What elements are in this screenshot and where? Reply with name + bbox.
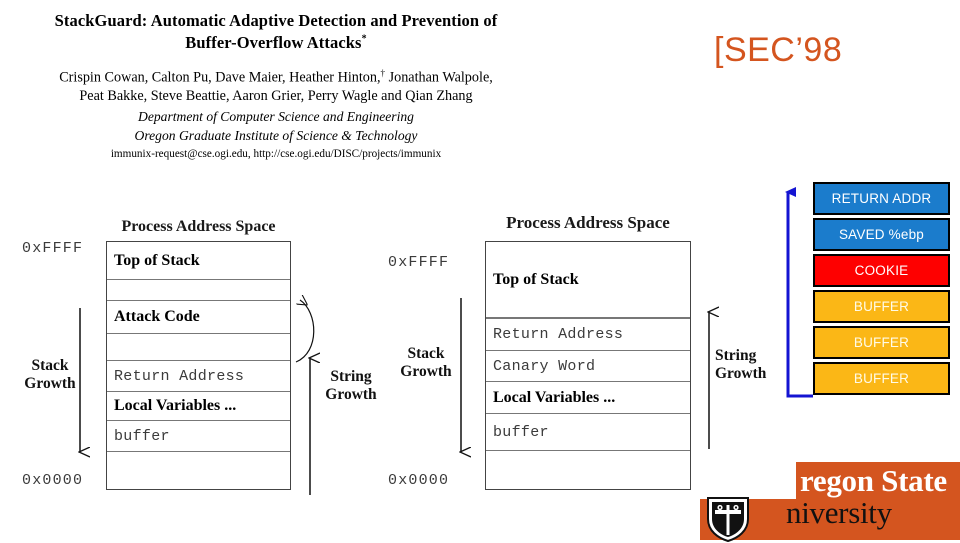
- right-addr-low: 0x0000: [388, 472, 450, 489]
- affiliation-line2: Oregon Graduate Institute of Science & T…: [134, 127, 418, 143]
- memory-row: Return Address: [486, 318, 690, 351]
- memory-row: Top of Stack: [107, 242, 290, 280]
- left-stack-growth-line2: Growth: [24, 375, 76, 393]
- osu-beaver-shield-icon: [707, 497, 749, 543]
- memory-row: Local Variables ...: [107, 392, 290, 421]
- left-string-growth-label: String Growth: [318, 368, 384, 405]
- paper-title-line2-text: Buffer-Overflow Attacks: [185, 32, 362, 52]
- memory-row: Attack Code: [107, 301, 290, 334]
- memory-row-label: buffer: [493, 423, 549, 441]
- memory-row-label: Local Variables ...: [493, 388, 616, 406]
- cookie-stack-overflow-arrow: [785, 187, 813, 398]
- left-addr-high: 0xFFFF: [22, 240, 84, 257]
- memory-row-label: Top of Stack: [493, 270, 579, 288]
- authors-line1-text: Crispin Cowan, Calton Pu, Dave Maier, He…: [59, 69, 381, 86]
- title-footnote-marker: *: [361, 33, 367, 45]
- paper-affiliation: Department of Computer Science and Engin…: [0, 108, 552, 145]
- paper-title-line1: StackGuard: Automatic Adaptive Detection…: [54, 11, 498, 30]
- memory-row-label: Local Variables ...: [114, 397, 237, 414]
- memory-row: [107, 334, 290, 361]
- cookie-stack-block: BUFFER: [813, 290, 950, 323]
- left-process-address-space-caption: Process Address Space: [121, 218, 276, 235]
- right-stack-growth-label: Stack Growth: [390, 345, 462, 382]
- cookie-stack-block: COOKIE: [813, 254, 950, 287]
- cookie-stack-block: SAVED %ebp: [813, 218, 950, 251]
- affiliation-line1: Department of Computer Science and Engin…: [138, 109, 414, 125]
- right-addr-high: 0xFFFF: [388, 254, 450, 271]
- memory-row: Local Variables ...: [486, 382, 690, 414]
- cookie-stack-block: BUFFER: [813, 326, 950, 359]
- authors-line2: Peat Bakke, Steve Beattie, Aaron Grier, …: [79, 88, 473, 105]
- left-addr-low: 0x0000: [22, 472, 84, 489]
- left-string-growth-line2: Growth: [325, 386, 377, 404]
- right-string-growth-label: String Growth: [715, 347, 785, 384]
- venue-label: [SEC’98: [714, 31, 843, 69]
- right-string-growth-line2: Growth: [715, 365, 767, 383]
- memory-row: [107, 452, 290, 491]
- cookie-stack-block: RETURN ADDR: [813, 182, 950, 215]
- left-string-growth-line1: String: [330, 368, 372, 385]
- paper-authors: Crispin Cowan, Calton Pu, Dave Maier, He…: [0, 67, 552, 107]
- memory-row: [107, 280, 290, 301]
- left-stack-growth-line1: Stack: [31, 357, 69, 374]
- osu-university-wordmark: niversity: [786, 495, 892, 530]
- left-memory-box: Top of Stack Attack Code Return Address Loc…: [106, 241, 291, 490]
- page-title: StackGuard: Automatic Adaptive Detection…: [0, 10, 552, 54]
- osu-state-wordmark: regon State: [800, 463, 947, 498]
- authors-line1: Crispin Cowan, Calton Pu, Dave Maier, He…: [0, 67, 552, 88]
- memory-row-label: Top of Stack: [114, 251, 200, 269]
- memory-row: buffer: [107, 421, 290, 452]
- memory-row-label: buffer: [114, 427, 170, 445]
- memory-row: Canary Word: [486, 351, 690, 382]
- right-string-growth-line1: String: [715, 347, 757, 364]
- left-return-to-attack-curve: [295, 300, 315, 363]
- osu-wordmark: regon State niversity: [707, 455, 960, 543]
- memory-row: Top of Stack: [486, 242, 690, 318]
- memory-row-label: Attack Code: [114, 308, 200, 325]
- memory-row-label: Return Address: [493, 325, 624, 343]
- cookie-stack-block: BUFFER: [813, 362, 950, 395]
- memory-row-label: Canary Word: [493, 357, 596, 375]
- right-stack-growth-line1: Stack: [407, 345, 445, 362]
- right-process-address-space-caption: Process Address Space: [506, 213, 670, 232]
- memory-row: Return Address: [107, 361, 290, 392]
- paper-title-line2: Buffer-Overflow Attacks*: [0, 32, 552, 54]
- right-memory-box: Top of Stack Return Address Canary Word Loc…: [485, 241, 691, 490]
- memory-row-label: Return Address: [114, 367, 245, 385]
- memory-row: buffer: [486, 414, 690, 451]
- authors-line1-cont: Jonathan Walpole,: [385, 69, 493, 86]
- paper-contact: immunix-request@cse.ogi.edu, http://cse.…: [110, 148, 442, 161]
- slide-canvas: StackGuard: Automatic Adaptive Detection…: [0, 0, 960, 543]
- memory-row: [486, 451, 690, 491]
- cookie-stack: RETURN ADDR SAVED %ebp COOKIE BUFFER BUFFER B…: [813, 182, 950, 395]
- left-stack-growth-label: Stack Growth: [14, 357, 86, 394]
- paper-header: StackGuard: Automatic Adaptive Detection…: [0, 10, 552, 160]
- right-stack-growth-line2: Growth: [400, 363, 452, 381]
